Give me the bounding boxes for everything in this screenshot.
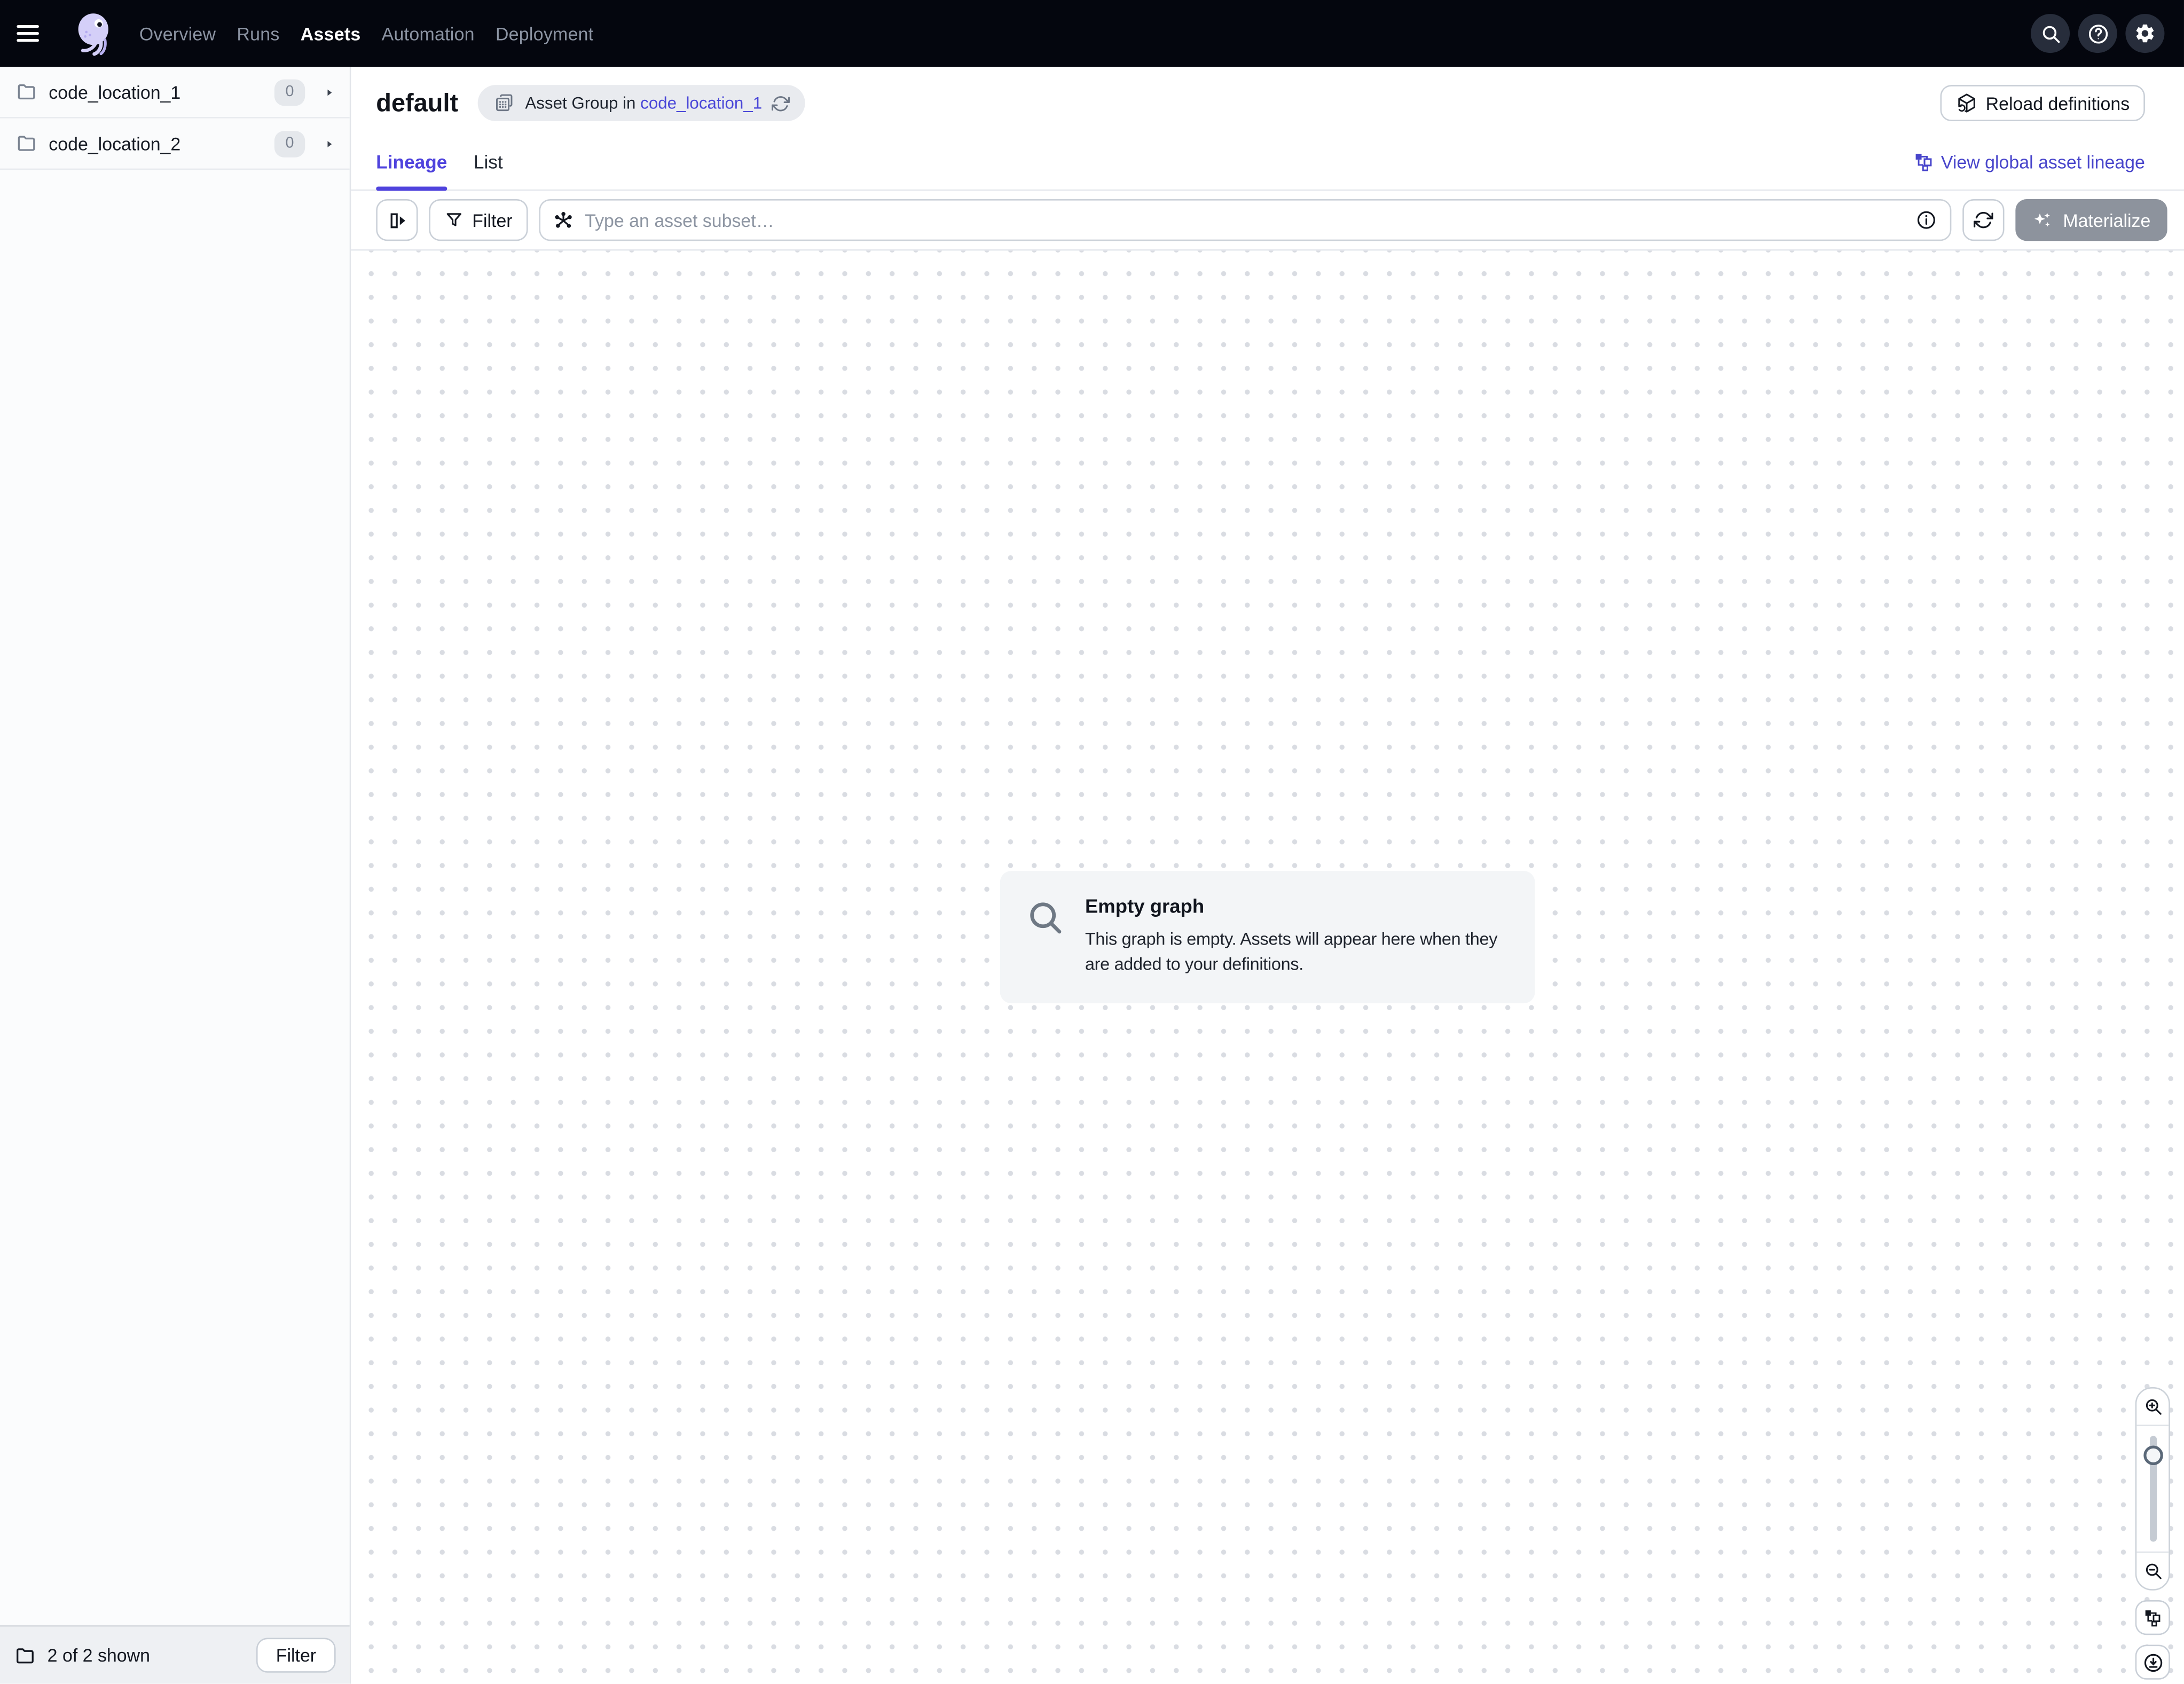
settings-button[interactable] [2125, 14, 2164, 53]
zoom-out-button[interactable] [2136, 1552, 2169, 1589]
chevron-right-icon[interactable] [323, 85, 335, 98]
sidebar-filter-button[interactable]: Filter [256, 1638, 335, 1672]
info-icon [1915, 209, 1938, 231]
zoom-panel [2135, 1387, 2170, 1591]
download-icon [2141, 1651, 2164, 1673]
sidebar-item-code-location-1[interactable]: code_location_1 0 [0, 67, 350, 119]
filter-button-label: Filter [472, 210, 512, 231]
hamburger-menu-icon[interactable] [17, 15, 53, 52]
code-location-name: code_location_2 [49, 133, 180, 154]
primary-nav: Overview Runs Assets Automation Deployme… [139, 23, 594, 44]
toggle-sidebar-panel-button[interactable] [376, 199, 418, 241]
top-navbar: Overview Runs Assets Automation Deployme… [0, 0, 2184, 67]
page-title: default [376, 89, 458, 118]
filter-button[interactable]: Filter [429, 199, 528, 241]
graph-toolbar: Filter [351, 191, 2184, 249]
lineage-graph-canvas[interactable]: Empty graph This graph is empty. Assets … [351, 249, 2184, 1684]
empty-graph-title: Empty graph [1085, 894, 1506, 916]
asset-group-main: default Asset Group in code_location [351, 67, 2184, 1683]
tab-bar: Lineage List View global asset lineage [351, 133, 2184, 191]
help-icon [2086, 21, 2109, 45]
sidebar-footer: 2 of 2 shown Filter [0, 1625, 350, 1684]
chip-prefix: Asset Group in [525, 93, 635, 113]
code-location-list: code_location_1 0 code_location_2 0 [0, 67, 350, 1625]
download-graph-button[interactable] [2135, 1645, 2170, 1680]
chip-text: Asset Group in code_location_1 [525, 93, 762, 113]
tab-lineage[interactable]: Lineage [376, 133, 447, 189]
refresh-icon[interactable] [772, 94, 790, 112]
search-button[interactable] [2031, 14, 2070, 53]
chevron-right-icon[interactable] [323, 137, 335, 149]
zoom-slider[interactable] [2136, 1426, 2169, 1552]
asset-count-badge: 0 [274, 130, 305, 157]
rearrange-graph-button[interactable] [2135, 1600, 2170, 1635]
empty-graph-card: Empty graph This graph is empty. Assets … [1000, 870, 1535, 1003]
asset-count-badge: 0 [274, 78, 305, 105]
nav-item-automation[interactable]: Automation [382, 23, 475, 44]
nav-item-overview[interactable]: Overview [139, 23, 216, 44]
empty-graph-text: Empty graph This graph is empty. Assets … [1085, 894, 1506, 978]
zoom-in-icon [2143, 1397, 2163, 1417]
asset-group-chip: Asset Group in code_location_1 [478, 85, 805, 121]
nav-item-assets[interactable]: Assets [301, 23, 361, 44]
nav-item-deployment[interactable]: Deployment [496, 23, 594, 44]
op-selector-icon [553, 210, 574, 231]
refresh-icon [1974, 210, 1993, 230]
nav-item-runs[interactable]: Runs [237, 23, 279, 44]
asset-subset-search [539, 199, 1952, 241]
gear-icon [2134, 22, 2156, 45]
magnifier-icon [1026, 898, 1064, 935]
help-button[interactable] [2078, 14, 2117, 53]
funnel-icon [444, 210, 464, 230]
code-location-name: code_location_1 [49, 82, 180, 103]
folder-icon [15, 81, 38, 103]
asset-groups-sidebar: code_location_1 0 code_location_2 0 [0, 67, 351, 1683]
dagster-logo[interactable] [69, 10, 117, 57]
page-header: default Asset Group in code_location [351, 67, 2184, 133]
view-global-label: View global asset lineage [1941, 151, 2145, 172]
refresh-graph-button[interactable] [1963, 199, 2005, 241]
graph-zoom-controls [2135, 1387, 2170, 1680]
reload-definitions-label: Reload definitions [1986, 92, 2130, 113]
navbar-actions [2031, 14, 2164, 53]
panel-toggle-icon [387, 210, 407, 231]
lineage-graph-icon [2143, 1609, 2162, 1627]
search-icon [2040, 23, 2061, 44]
asset-group-icon [493, 92, 515, 114]
asset-subset-input[interactable] [585, 210, 1904, 231]
code-location-link[interactable]: code_location_1 [640, 93, 762, 113]
sparkles-icon [2032, 210, 2053, 231]
dagster-app: Overview Runs Assets Automation Deployme… [0, 0, 2184, 1684]
folder-icon [14, 1644, 36, 1666]
sidebar-item-code-location-2[interactable]: code_location_2 0 [0, 119, 350, 170]
zoom-out-icon [2143, 1561, 2163, 1581]
zoom-slider-thumb[interactable] [2143, 1446, 2163, 1466]
folder-icon [15, 132, 38, 155]
reload-definitions-button[interactable]: Reload definitions [1940, 85, 2145, 121]
materialize-button[interactable]: Materialize [2016, 199, 2167, 241]
zoom-in-button[interactable] [2136, 1389, 2169, 1426]
shown-count-status: 2 of 2 shown [48, 1645, 150, 1666]
empty-graph-message: This graph is empty. Assets will appear … [1085, 926, 1506, 978]
materialize-label: Materialize [2063, 210, 2150, 231]
reload-cube-icon [1955, 92, 1977, 114]
tab-list[interactable]: List [474, 133, 503, 189]
view-global-asset-lineage-link[interactable]: View global asset lineage [1913, 151, 2145, 172]
syntax-info-button[interactable] [1915, 209, 1938, 231]
lineage-graph-icon [1913, 152, 1933, 171]
